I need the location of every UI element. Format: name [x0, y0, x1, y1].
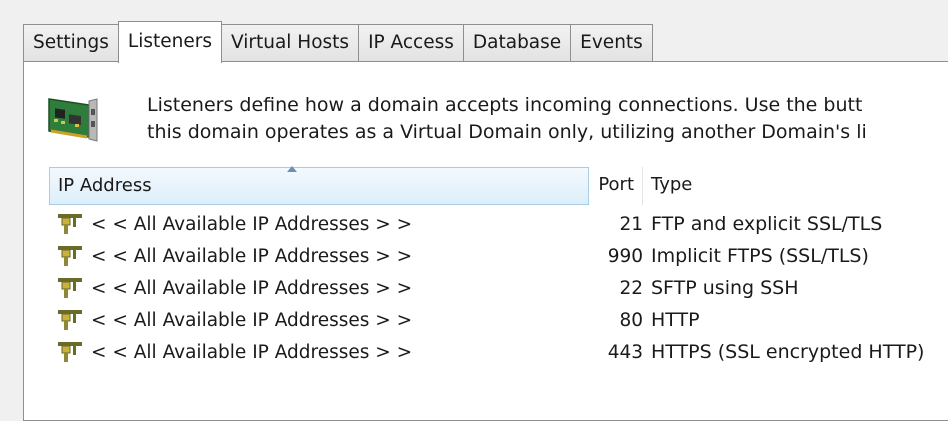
description-line-2: this domain operates as a Virtual Domain…	[147, 121, 867, 143]
column-header-label: IP Address	[58, 175, 152, 196]
tab-bar: Settings Listeners Virtual Hosts IP Acce…	[23, 20, 653, 63]
ip-address-cell: < < All Available IP Addresses > >	[91, 277, 413, 299]
tab-listeners[interactable]: Listeners	[117, 21, 222, 63]
listener-plug-icon	[58, 214, 82, 234]
tab-ip-access[interactable]: IP Access	[358, 24, 464, 62]
column-header-label: Port	[598, 174, 634, 195]
column-header-label: Type	[651, 174, 693, 195]
listener-plug-icon	[58, 310, 82, 330]
description-line-1: Listeners define how a domain accepts in…	[147, 94, 863, 116]
column-header-ip-address[interactable]: IP Address	[49, 166, 589, 205]
table-row[interactable]: < < All Available IP Addresses > > 990 I…	[49, 240, 948, 272]
table-header: IP Address Port Type	[49, 166, 948, 205]
table-row[interactable]: < < All Available IP Addresses > > 80 HT…	[49, 304, 948, 336]
table-row[interactable]: < < All Available IP Addresses > > 21 FT…	[49, 208, 948, 240]
port-cell: 990	[607, 245, 643, 267]
ip-address-cell: < < All Available IP Addresses > >	[91, 341, 413, 363]
port-cell: 22	[619, 277, 643, 299]
listener-plug-icon	[58, 342, 82, 362]
listener-plug-icon	[58, 246, 82, 266]
tab-database[interactable]: Database	[462, 24, 572, 62]
port-cell: 80	[619, 309, 643, 331]
ip-address-cell: < < All Available IP Addresses > >	[91, 309, 413, 331]
port-cell: 21	[619, 213, 643, 235]
table-row[interactable]: < < All Available IP Addresses > > 443 H…	[49, 336, 948, 368]
type-cell: HTTPS (SSL encrypted HTTP)	[651, 341, 925, 363]
port-cell: 443	[607, 341, 643, 363]
type-cell: FTP and explicit SSL/TLS	[651, 213, 883, 235]
listeners-list: < < All Available IP Addresses > > 21 FT…	[49, 208, 948, 368]
tab-events[interactable]: Events	[570, 24, 653, 62]
column-header-type[interactable]: Type	[643, 167, 948, 205]
ip-address-cell: < < All Available IP Addresses > >	[91, 245, 413, 267]
network-card-icon	[48, 98, 98, 142]
type-cell: Implicit FTPS (SSL/TLS)	[651, 245, 869, 267]
column-header-port[interactable]: Port	[589, 167, 643, 205]
sort-ascending-icon	[287, 166, 297, 172]
type-cell: SFTP using SSH	[651, 277, 799, 299]
tab-virtual-hosts[interactable]: Virtual Hosts	[220, 24, 360, 62]
ip-address-cell: < < All Available IP Addresses > >	[91, 213, 413, 235]
type-cell: HTTP	[651, 309, 700, 331]
table-row[interactable]: < < All Available IP Addresses > > 22 SF…	[49, 272, 948, 304]
tab-settings[interactable]: Settings	[23, 24, 119, 62]
listeners-description: Listeners define how a domain accepts in…	[147, 92, 947, 146]
listener-plug-icon	[58, 278, 82, 298]
